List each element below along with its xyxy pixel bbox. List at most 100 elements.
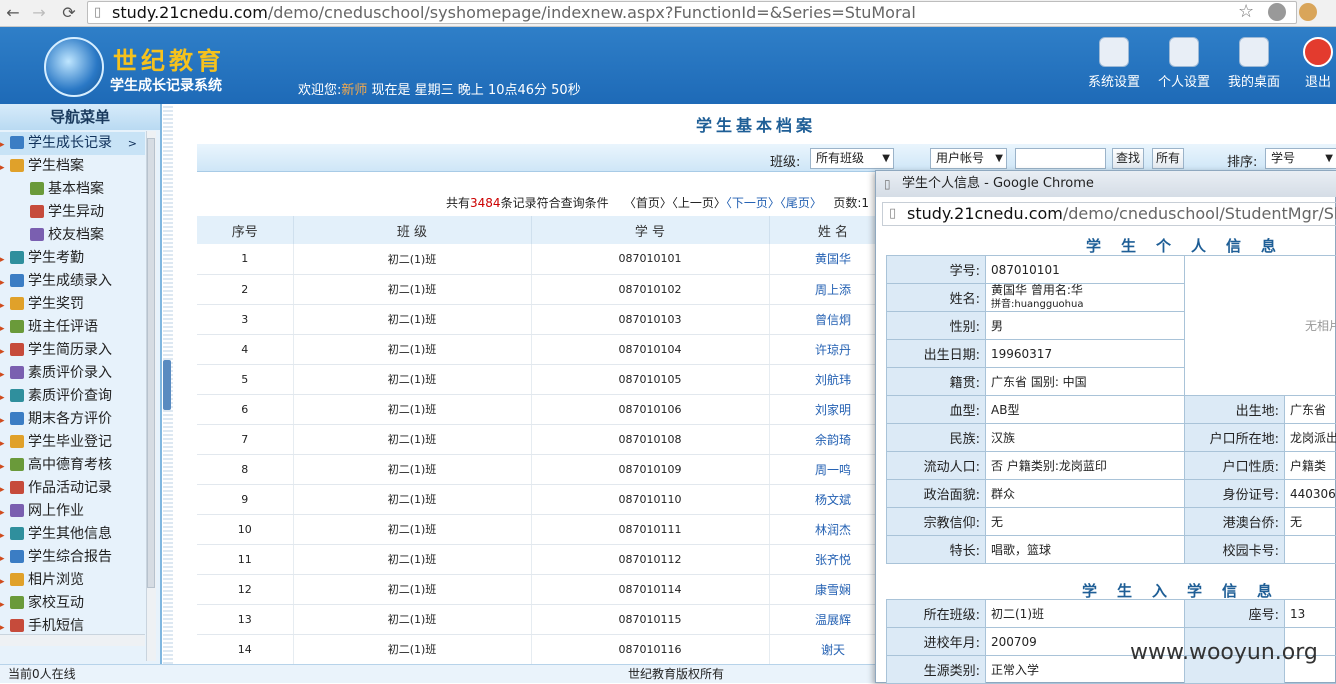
sidebar-item[interactable]: ▸学生奖罚	[0, 293, 145, 316]
column-header-index[interactable]: 序号	[197, 216, 293, 244]
sidebar-item[interactable]: ▸高中德育考核	[0, 454, 145, 477]
table-row[interactable]: 12初二(1)班087010114康雪娴	[197, 574, 897, 604]
sidebar-item[interactable]: ▸学生考勤	[0, 247, 145, 270]
show-all-button[interactable]: 所有	[1152, 148, 1184, 169]
next-page-link[interactable]: 〈下一页〉	[726, 196, 780, 210]
chevron-right-icon: >	[128, 132, 137, 155]
sidebar-item-label: 学生档案	[28, 158, 84, 174]
system-settings-button[interactable]: 系统设置	[1083, 37, 1145, 90]
extension-icon[interactable]	[1268, 3, 1286, 21]
row-class: 初二(1)班	[293, 424, 531, 454]
row-class: 初二(1)班	[293, 364, 531, 394]
row-class: 初二(1)班	[293, 454, 531, 484]
back-icon[interactable]: ←	[2, 3, 24, 22]
expand-arrow-icon: ▸	[0, 456, 8, 479]
personal-settings-button[interactable]: 个人设置	[1153, 37, 1215, 90]
table-row[interactable]: 6初二(1)班087010106刘家明	[197, 394, 897, 424]
enroll-info-heading: 学生入学信息	[1082, 580, 1292, 601]
sidebar-item[interactable]: ▸学生成绩录入	[0, 270, 145, 293]
sidebar-item[interactable]: ▸作品活动记录	[0, 477, 145, 500]
column-header-student-id[interactable]: 学 号	[531, 216, 769, 244]
table-row[interactable]: 1初二(1)班087010101黄国华	[197, 244, 897, 274]
row-index: 5	[197, 364, 293, 394]
sidebar-item[interactable]: ▸网上作业	[0, 500, 145, 523]
sidebar-item-label: 学生简历录入	[28, 342, 112, 358]
star-icon[interactable]: ☆	[1238, 1, 1254, 22]
sidebar-item-label: 学生异动	[48, 204, 104, 220]
expand-arrow-icon: ▸	[0, 525, 8, 548]
sidebar-item[interactable]: ▸素质评价录入	[0, 362, 145, 385]
last-page-link[interactable]: 〈尾页〉	[780, 196, 822, 210]
sidebar-item[interactable]: ▸素质评价查询	[0, 385, 145, 408]
column-header-class[interactable]: 班 级	[293, 216, 531, 244]
personal-settings-icon	[1169, 37, 1199, 67]
row-student-id: 087010104	[531, 334, 769, 364]
table-row[interactable]: 14初二(1)班087010116谢天	[197, 634, 897, 664]
sidebar-item[interactable]: ▸家校互动	[0, 592, 145, 615]
table-row[interactable]: 8初二(1)班087010109周一鸣	[197, 454, 897, 484]
power-icon	[1303, 37, 1333, 67]
table-row[interactable]: 9初二(1)班087010110杨文斌	[197, 484, 897, 514]
attendance-icon	[10, 251, 24, 264]
sidebar-item-label: 期末各方评价	[28, 411, 112, 427]
row-class: 初二(1)班	[293, 394, 531, 424]
sidebar-item[interactable]: ▸学生综合报告	[0, 546, 145, 569]
address-bar[interactable]: ▯ study.21cnedu.com/demo/cneduschool/sys…	[87, 1, 1297, 24]
page-title: 学生基本档案	[176, 112, 1336, 136]
reload-icon[interactable]: ⟳	[58, 3, 80, 22]
expand-arrow-icon: ▸	[0, 479, 8, 502]
row-class: 初二(1)班	[293, 484, 531, 514]
row-index: 12	[197, 574, 293, 604]
dropdown-arrow-icon: ▼	[995, 149, 1003, 168]
row-index: 13	[197, 604, 293, 634]
collapse-handle[interactable]	[163, 360, 171, 410]
table-row[interactable]: 13初二(1)班087010115温展辉	[197, 604, 897, 634]
sidebar-item[interactable]: ▸ 学生其他信息	[0, 523, 145, 546]
field-select[interactable]: 用户帐号▼	[930, 148, 1007, 169]
table-row[interactable]: 3初二(1)班087010103曾信炯	[197, 304, 897, 334]
table-row[interactable]: 5初二(1)班087010105刘航玮	[197, 364, 897, 394]
popup-titlebar[interactable]: ▯ 学生个人信息 - Google Chrome	[876, 171, 1336, 197]
sidebar-scroll-thumb[interactable]	[147, 138, 155, 588]
sidebar-item-label: 手机短信	[28, 618, 84, 634]
first-page-link[interactable]: 〈首页〉	[624, 196, 672, 210]
popup-address-bar[interactable]: ▯ study.21cnedu.com/demo/cneduschool/Stu…	[882, 202, 1336, 226]
table-row[interactable]: 2初二(1)班087010102周上添	[197, 274, 897, 304]
class-select[interactable]: 所有班级▼	[810, 148, 894, 169]
row-index: 10	[197, 514, 293, 544]
table-row[interactable]: 4初二(1)班087010104许琼丹	[197, 334, 897, 364]
row-student-id: 087010103	[531, 304, 769, 334]
desktop-icon	[1239, 37, 1269, 67]
edit-icon	[10, 320, 24, 333]
sidebar-item[interactable]: 校友档案	[0, 224, 145, 247]
expand-arrow-icon: ▸	[0, 157, 8, 180]
sidebar-item[interactable]: ▸ 学生档案	[0, 155, 145, 178]
sidebar-item[interactable]: ▸期末各方评价	[0, 408, 145, 431]
search-button[interactable]: 查找	[1112, 148, 1144, 169]
sidebar-item[interactable]: ▸学生简历录入	[0, 339, 145, 362]
exit-button[interactable]: 退出	[1293, 37, 1336, 90]
sidebar-item-label: 学生其他信息	[28, 526, 112, 542]
forward-icon[interactable]: →	[28, 3, 50, 22]
table-row[interactable]: 7初二(1)班087010108余韵琦	[197, 424, 897, 454]
search-input[interactable]	[1015, 148, 1106, 169]
cookie-icon[interactable]	[1299, 3, 1317, 21]
sidebar-item-label: 素质评价查询	[28, 388, 112, 404]
book-icon	[10, 504, 24, 517]
sidebar-item[interactable]: 学生异动	[0, 201, 145, 224]
row-student-id: 087010110	[531, 484, 769, 514]
sidebar-item[interactable]: ▸学生成长记录>	[0, 132, 145, 155]
sort-select[interactable]: 学号▼	[1265, 148, 1336, 169]
person-icon	[30, 182, 44, 195]
sidebar-item[interactable]: ▸班主任评语	[0, 316, 145, 339]
my-desktop-button[interactable]: 我的桌面	[1223, 37, 1285, 90]
dropdown-arrow-icon: ▼	[882, 149, 890, 168]
table-row[interactable]: 11初二(1)班087010112张齐悦	[197, 544, 897, 574]
resume-icon	[10, 343, 24, 356]
sidebar-item[interactable]: ▸学生毕业登记	[0, 431, 145, 454]
prev-page-link[interactable]: 〈上一页〉	[672, 196, 726, 210]
sidebar-item[interactable]: 基本档案	[0, 178, 145, 201]
sidebar-horizontal-scrollbar[interactable]	[0, 634, 145, 646]
sidebar-item[interactable]: ▸相片浏览	[0, 569, 145, 592]
table-row[interactable]: 10初二(1)班087010111林润杰	[197, 514, 897, 544]
